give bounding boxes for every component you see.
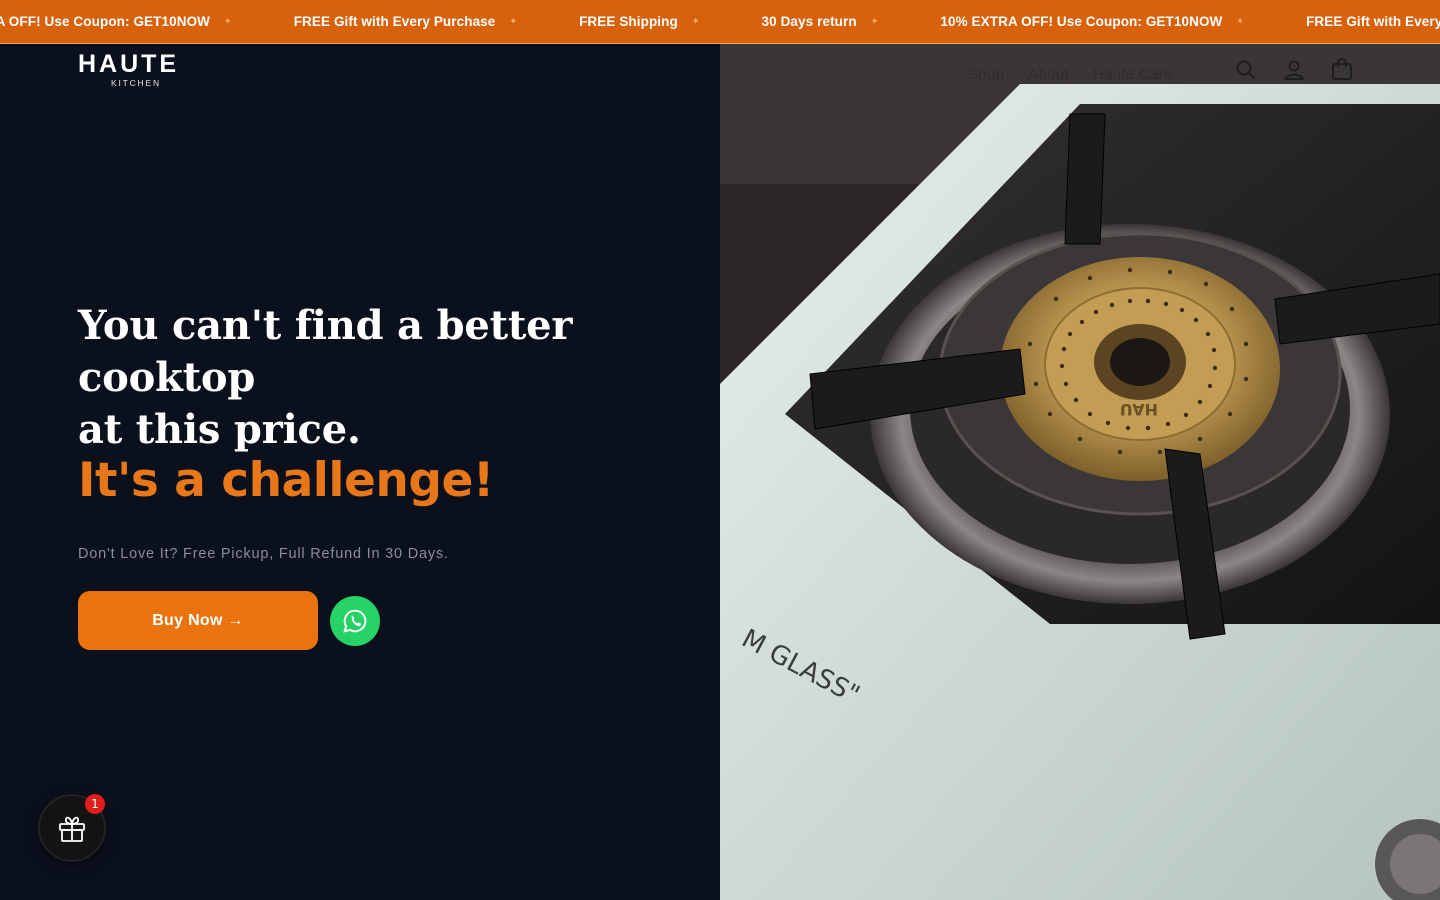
search-icon[interactable] — [1232, 56, 1260, 84]
announcement-bar: 10% EXTRA OFF! Use Coupon: GET10NOW ✦ FR… — [0, 0, 1440, 44]
buy-now-button[interactable]: Buy Now → — [78, 591, 318, 650]
headline-line: You can't find a better — [78, 302, 573, 349]
announcement-text: 30 Days return — [761, 14, 857, 29]
announcement-track: 10% EXTRA OFF! Use Coupon: GET10NOW ✦ FR… — [0, 0, 1440, 43]
burner-mark: HAU — [1120, 400, 1158, 419]
header-actions — [1232, 56, 1356, 84]
nav-link-haute-care[interactable]: Haute Care — [1093, 64, 1173, 86]
hero-headline: You can't find a better cooktop at this … — [78, 300, 638, 456]
cart-icon[interactable] — [1328, 56, 1356, 84]
sparkle-icon: ✦ — [870, 16, 879, 26]
hero-highlight: It's a challenge! — [78, 453, 494, 508]
announcement-item: FREE Gift with Every Purchase ✦ — [294, 14, 579, 29]
cooktop-illustration: HAU M GLASS" — [720, 44, 1440, 900]
announcement-item: 10% EXTRA OFF! Use Coupon: GET10NOW ✦ — [0, 14, 294, 29]
sparkle-icon: ✦ — [1236, 16, 1245, 26]
announcement-item: FREE Gift with Every Purchase ✦ — [1306, 14, 1440, 29]
announcement-text: FREE Shipping — [579, 14, 678, 29]
account-icon[interactable] — [1280, 56, 1308, 84]
sparkle-icon: ✦ — [224, 16, 232, 26]
nav-link-about[interactable]: About — [1028, 64, 1069, 86]
announcement-text: 10% EXTRA OFF! Use Coupon: GET10NOW — [940, 14, 1223, 29]
hero-image: HAU M GLASS" — [720, 44, 1440, 900]
headline-line: at this price. — [78, 406, 361, 453]
announcement-text: FREE Gift with Every Purchase — [1306, 14, 1440, 29]
announcement-item: 10% EXTRA OFF! Use Coupon: GET10NOW ✦ — [940, 14, 1306, 29]
announcement-text: FREE Gift with Every Purchase — [293, 14, 496, 29]
whatsapp-icon — [343, 609, 367, 633]
main-nav: Shop About Haute Care — [968, 64, 1173, 86]
headline-line: cooktop — [78, 354, 256, 401]
brand-logo[interactable]: HAUTE KITCHEN — [78, 52, 198, 92]
hero-subtext: Don't Love It? Free Pickup, Full Refund … — [78, 546, 449, 562]
sparkle-icon: ✦ — [691, 16, 700, 26]
gift-count-badge: 1 — [85, 794, 105, 814]
announcement-text: 10% EXTRA OFF! Use Coupon: GET10NOW — [0, 14, 211, 29]
announcement-item: FREE Shipping ✦ — [579, 14, 761, 29]
logo-subtitle: KITCHEN — [111, 78, 161, 88]
gift-icon — [59, 816, 85, 842]
logo-wordmark: HAUTE — [78, 50, 180, 78]
announcement-item: 30 Days return ✦ — [762, 14, 941, 29]
whatsapp-button[interactable] — [330, 596, 380, 646]
nav-link-shop[interactable]: Shop — [968, 64, 1004, 86]
sparkle-icon: ✦ — [509, 16, 518, 26]
